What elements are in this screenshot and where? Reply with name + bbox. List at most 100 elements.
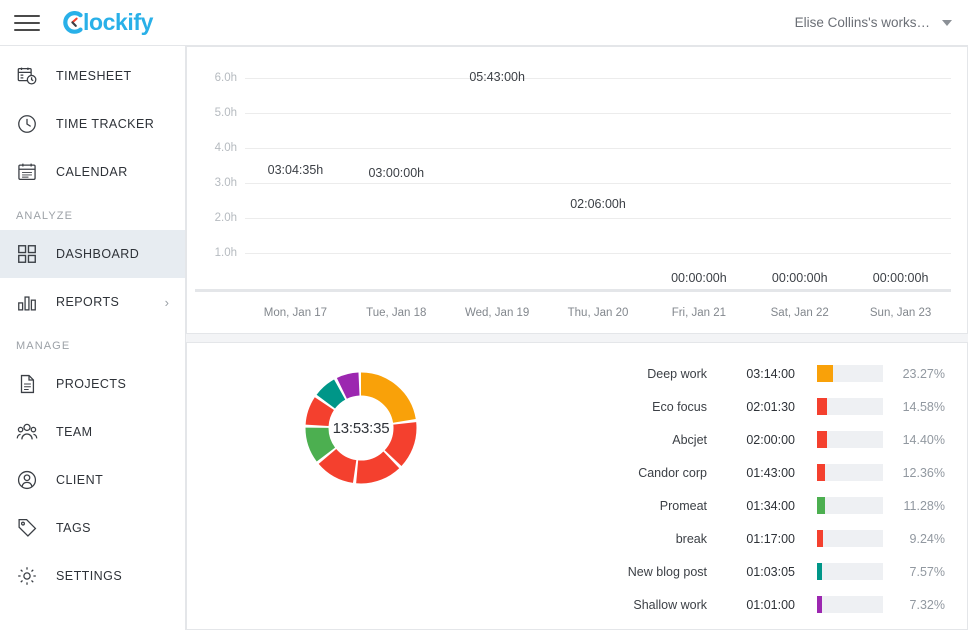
breakdown-row[interactable]: Eco focus02:01:3014.58%	[535, 390, 945, 423]
bar-column: 00:00:00h	[749, 61, 850, 289]
bar-column: 03:00:00h	[346, 61, 447, 289]
breakdown-row-percent: 11.28%	[883, 499, 945, 513]
bar-chart-x-axis: Mon, Jan 17Tue, Jan 18Wed, Jan 19Thu, Ja…	[245, 307, 951, 319]
breakdown-row[interactable]: Abcjet 02:00:00 14.40%	[535, 423, 945, 456]
chart-baseline	[195, 289, 951, 292]
breakdown-row[interactable]: break 01:17:00 9.24%	[535, 522, 945, 555]
sidebar-item-label: PROJECTS	[56, 377, 185, 391]
breakdown-row-duration: 01:03:05	[717, 565, 795, 579]
breakdown-row-percent: 23.27%	[883, 367, 945, 381]
sidebar-item-label: TIMESHEET	[56, 69, 185, 83]
breakdown-row-percent: 9.24%	[883, 532, 945, 546]
sidebar-item-label: DASHBOARD	[56, 247, 185, 261]
breakdown-row-track	[817, 596, 883, 613]
bar-column: 00:00:00h	[648, 61, 749, 289]
clockify-logo[interactable]: lockify	[62, 11, 153, 34]
breakdown-row-duration: 01:43:00	[717, 466, 795, 480]
bar-column: 02:06:00h	[548, 61, 649, 289]
sidebar-item-label: SETTINGS	[56, 569, 185, 583]
breakdown-row-duration: 01:17:00	[717, 532, 795, 546]
calendar-icon	[14, 159, 40, 185]
app-body: TIMESHEETTIME TRACKERCALENDAR ANALYZE DA…	[0, 46, 968, 630]
x-axis-tick-label: Thu, Jan 20	[548, 307, 649, 319]
breakdown-row-bar	[817, 464, 825, 481]
breakdown-row-duration: 02:00:00	[717, 433, 795, 447]
y-axis-tick-label: 5.0h	[215, 107, 237, 119]
x-axis-tick-label: Sun, Jan 23	[850, 307, 951, 319]
clockify-c-icon	[62, 11, 83, 34]
breakdown-row-name: Candor corp	[535, 466, 707, 480]
sidebar-item-settings[interactable]: SETTINGS	[0, 552, 185, 600]
breakdown-row-name: break	[535, 532, 707, 546]
breakdown-row-duration: 01:34:00	[717, 499, 795, 513]
hamburger-line	[14, 22, 40, 24]
sidebar: TIMESHEETTIME TRACKERCALENDAR ANALYZE DA…	[0, 46, 186, 630]
bar-total-label: 02:06:00h	[548, 197, 649, 211]
sidebar-item-calendar[interactable]: CALENDAR	[0, 148, 185, 196]
breakdown-row-name: New blog post	[535, 565, 707, 579]
person-icon	[14, 467, 40, 493]
breakdown-row-name: Shallow work	[535, 598, 707, 612]
breakdown-row-duration: 02:01:30	[717, 400, 795, 414]
bar-chart: 1.0h2.0h3.0h4.0h5.0h6.0h03:04:35h03:00:0…	[187, 47, 967, 333]
breakdown-row-percent: 7.57%	[883, 565, 945, 579]
y-axis-tick-label: 6.0h	[215, 72, 237, 84]
breakdown-row[interactable]: Shallow work01:01:007.32%	[535, 588, 945, 621]
breakdown-row[interactable]: Deep work03:14:0023.27%	[535, 357, 945, 390]
weekly-bar-chart-card: 1.0h2.0h3.0h4.0h5.0h6.0h03:04:35h03:00:0…	[186, 46, 968, 334]
breakdown-row-percent: 14.40%	[883, 433, 945, 447]
breakdown-row-track	[817, 563, 883, 580]
breakdown-row-percent: 12.36%	[883, 466, 945, 480]
bar-total-label: 00:00:00h	[850, 271, 951, 285]
grid-icon	[14, 241, 40, 267]
bar-column: 00:00:00h	[850, 61, 951, 289]
sidebar-item-team[interactable]: TEAM	[0, 408, 185, 456]
sidebar-item-tags[interactable]: TAGS	[0, 504, 185, 552]
timesheet-icon	[14, 63, 40, 89]
document-icon	[14, 371, 40, 397]
breakdown-row-bar	[817, 563, 822, 580]
sidebar-item-label: CALENDAR	[56, 165, 185, 179]
sidebar-item-timesheet[interactable]: TIMESHEET	[0, 52, 185, 100]
bar-total-label: 03:00:00h	[346, 166, 447, 180]
sidebar-item-projects[interactable]: PROJECTS	[0, 360, 185, 408]
breakdown-row[interactable]: Promeat01:34:0011.28%	[535, 489, 945, 522]
breakdown-list: Deep work03:14:0023.27%Eco focus02:01:30…	[535, 343, 967, 621]
bar-chart-plot: 1.0h2.0h3.0h4.0h5.0h6.0h03:04:35h03:00:0…	[245, 61, 951, 289]
x-axis-tick-label: Tue, Jan 18	[346, 307, 447, 319]
breakdown-row[interactable]: Candor corp 01:43:00 12.36%	[535, 456, 945, 489]
chevron-right-icon: ›	[165, 296, 169, 309]
breakdown-row-name: Abcjet	[535, 433, 707, 447]
breakdown-row-bar	[817, 497, 825, 514]
y-axis-tick-label: 4.0h	[215, 142, 237, 154]
clock-icon	[14, 111, 40, 137]
breakdown-row-duration: 03:14:00	[717, 367, 795, 381]
sidebar-group-manage: MANAGE	[0, 326, 185, 360]
tag-icon	[14, 515, 40, 541]
sidebar-item-dashboard[interactable]: DASHBOARD	[0, 230, 185, 278]
sidebar-section-main: TIMESHEET TIME TRACKER CALENDAR	[0, 52, 185, 196]
sidebar-item-label: TAGS	[56, 521, 185, 535]
breakdown-row-track	[817, 464, 883, 481]
x-axis-tick-label: Mon, Jan 17	[245, 307, 346, 319]
breakdown-row-bar	[817, 431, 827, 448]
x-axis-tick-label: Sat, Jan 22	[749, 307, 850, 319]
y-axis-tick-label: 2.0h	[215, 212, 237, 224]
breakdown-row-bar	[817, 365, 833, 382]
x-axis-tick-label: Fri, Jan 21	[648, 307, 749, 319]
sidebar-item-label: TIME TRACKER	[56, 117, 185, 131]
sidebar-item-client[interactable]: CLIENT	[0, 456, 185, 504]
sidebar-item-reports[interactable]: REPORTS›	[0, 278, 185, 326]
sidebar-item-time-tracker[interactable]: TIME TRACKER	[0, 100, 185, 148]
chart-icon	[14, 289, 40, 315]
sidebar-section-manage: PROJECTS TEAMCLIENT TAGS SETTINGS	[0, 360, 185, 600]
breakdown-row-bar	[817, 596, 822, 613]
breakdown-row[interactable]: New blog post 01:03:05 7.57%	[535, 555, 945, 588]
breakdown-row-track	[817, 497, 883, 514]
breakdown-row-bar	[817, 398, 827, 415]
workspace-selector[interactable]: Elise Collins's works…	[795, 15, 952, 30]
hamburger-icon[interactable]	[14, 10, 40, 36]
breakdown-row-bar	[817, 530, 823, 547]
bar-total-label: 00:00:00h	[749, 271, 850, 285]
donut-chart[interactable]: 13:53:35	[300, 367, 422, 489]
